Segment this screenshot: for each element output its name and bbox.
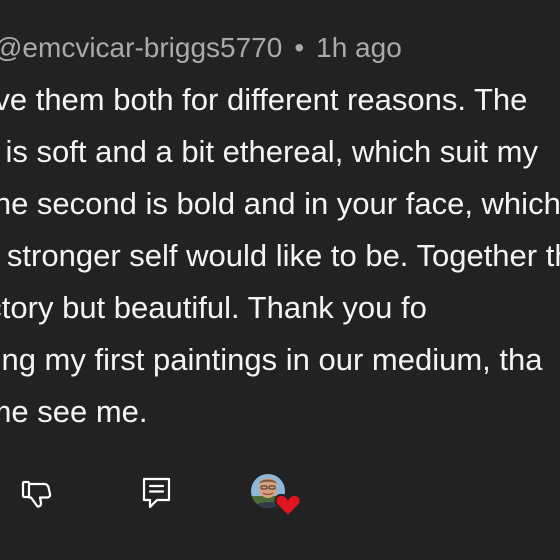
- reply-comment-icon: [142, 477, 171, 509]
- comment: @emcvicar-briggs5770 • 1h ago I love them …: [0, 0, 560, 560]
- comment-line-2: first is soft and a bit ethereal, which …: [0, 134, 538, 169]
- comment-author[interactable]: @emcvicar-briggs5770: [0, 32, 282, 63]
- dislike-button[interactable]: [20, 478, 54, 517]
- comment-line-1: I love them both for different reasons. …: [0, 82, 528, 117]
- heart-icon: [274, 492, 302, 523]
- thumbs-down-icon: [21, 480, 52, 508]
- comment-meta: @emcvicar-briggs5770 • 1h ago: [0, 30, 402, 66]
- reply-button[interactable]: [140, 476, 174, 517]
- creator-heart[interactable]: [251, 474, 302, 524]
- comment-line-6: making my first paintings in our medium,…: [0, 342, 543, 377]
- comment-time[interactable]: 1h ago: [316, 32, 402, 63]
- comment-line-5: contradictory but beautiful. Thank you f…: [0, 290, 427, 325]
- comment-line-4: my stronger self would like to be. Toget…: [0, 238, 560, 273]
- comment-line-7: helping me see me.: [0, 394, 148, 429]
- comment-line-3: self. The second is bold and in your fac…: [0, 186, 560, 221]
- meta-separator: •: [294, 32, 305, 63]
